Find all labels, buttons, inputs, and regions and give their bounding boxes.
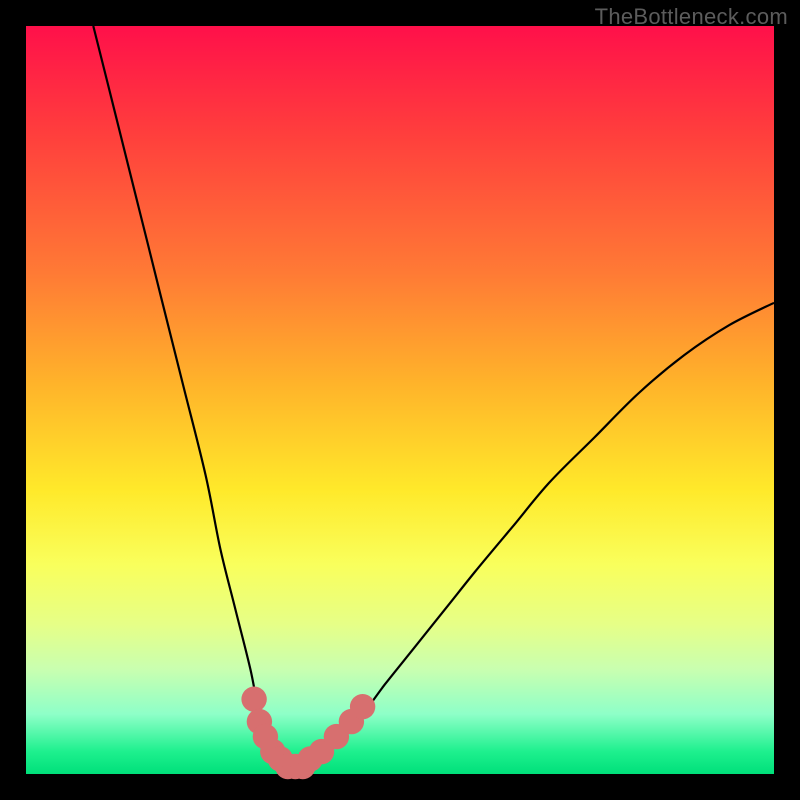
bottleneck-curve xyxy=(93,26,774,767)
plot-area xyxy=(26,26,774,774)
optimum-markers xyxy=(241,687,375,780)
marker-dot xyxy=(350,694,375,719)
outer-frame: TheBottleneck.com xyxy=(0,0,800,800)
marker-dot xyxy=(241,687,266,712)
curve-svg xyxy=(26,26,774,774)
watermark-text: TheBottleneck.com xyxy=(595,4,788,30)
